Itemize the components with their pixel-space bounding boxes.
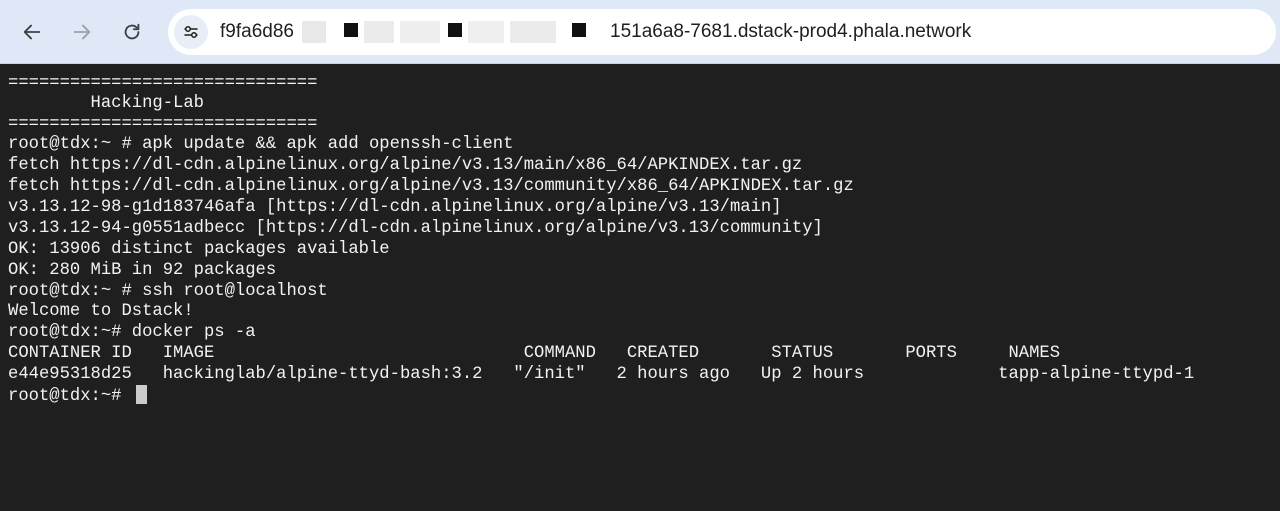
terminal-prompt: root@tdx:~# (8, 385, 147, 407)
reload-icon (124, 23, 140, 40)
terminal[interactable]: ============================== Hacking-L… (0, 64, 1280, 511)
terminal-line: fetch https://dl-cdn.alpinelinux.org/alp… (8, 177, 854, 196)
terminal-line: ============================== (8, 115, 318, 134)
forward-button[interactable] (64, 14, 100, 50)
docker-table-row: e44e95318d25 hackinglab/alpine-ttyd-bash… (8, 365, 1195, 384)
back-button[interactable] (14, 14, 50, 50)
terminal-cursor (135, 385, 147, 404)
prompt-text: root@tdx:~# (8, 387, 132, 406)
terminal-line: v3.13.12-98-g1d183746afa [https://dl-cdn… (8, 198, 782, 217)
site-info-button[interactable] (174, 15, 208, 49)
terminal-line: OK: 13906 distinct packages available (8, 240, 390, 259)
redacted-url-segment (302, 19, 602, 47)
terminal-line: ============================== (8, 74, 318, 93)
terminal-line: Welcome to Dstack! (8, 302, 194, 321)
terminal-line: root@tdx:~ # ssh root@localhost (8, 282, 328, 301)
terminal-line: v3.13.12-94-g0551adbecc [https://dl-cdn.… (8, 219, 823, 238)
terminal-line: fetch https://dl-cdn.alpinelinux.org/alp… (8, 156, 803, 175)
reload-button[interactable] (114, 14, 150, 50)
browser-toolbar: f9fa6d86 151a6a8-7681.dstack-prod4.phala… (0, 0, 1280, 64)
docker-table-header: CONTAINER ID IMAGE COMMAND CREATED STATU… (8, 344, 1061, 363)
url-end: 151a6a8-7681.dstack-prod4.phala.network (610, 21, 972, 42)
address-bar[interactable]: f9fa6d86 151a6a8-7681.dstack-prod4.phala… (168, 9, 1276, 55)
terminal-line: root@tdx:~# docker ps -a (8, 323, 256, 342)
arrow-right-icon (73, 24, 91, 40)
terminal-line: root@tdx:~ # apk update && apk add opens… (8, 135, 514, 154)
terminal-line: OK: 280 MiB in 92 packages (8, 261, 277, 280)
tune-icon (184, 26, 198, 38)
url-start: f9fa6d86 (220, 21, 294, 42)
arrow-left-icon (23, 24, 41, 40)
terminal-line: Hacking-Lab (8, 94, 204, 113)
